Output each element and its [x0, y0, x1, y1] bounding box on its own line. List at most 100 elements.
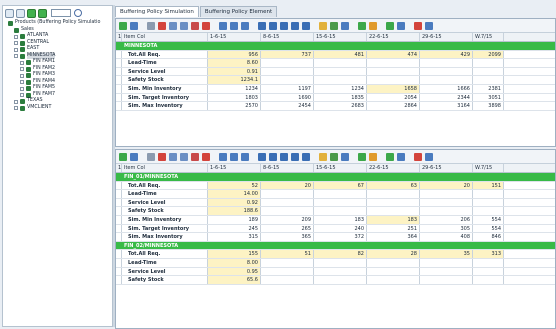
- table-cell[interactable]: 2054: [367, 93, 420, 102]
- table-cell[interactable]: [420, 190, 473, 198]
- expand-toggle-icon[interactable]: [14, 54, 18, 58]
- table-cell[interactable]: 474: [367, 50, 420, 59]
- prev-icon[interactable]: [269, 21, 277, 30]
- paste-icon[interactable]: [180, 21, 188, 30]
- copy-icon[interactable]: [169, 21, 177, 30]
- table-cell[interactable]: 35: [420, 250, 473, 258]
- table-cell[interactable]: [367, 276, 420, 284]
- table-cell[interactable]: [314, 173, 367, 181]
- table-cell[interactable]: [420, 67, 473, 76]
- table-row[interactable]: Tot.All Req. 155 51 82 28 35 313: [116, 250, 555, 259]
- table-cell[interactable]: 1658: [367, 84, 420, 93]
- refresh-icon[interactable]: [119, 152, 127, 161]
- table-cell[interactable]: 183: [367, 215, 420, 224]
- export-icon[interactable]: [425, 21, 433, 30]
- table-cell[interactable]: 8.60: [208, 59, 261, 67]
- table-cell[interactable]: [367, 267, 420, 276]
- undo-icon[interactable]: [147, 21, 155, 30]
- table-cell[interactable]: 956: [208, 50, 261, 59]
- tab-buffering-policy-element[interactable]: Buffering Policy Element: [199, 6, 278, 17]
- table-row[interactable]: Lead-Time 14.00: [116, 190, 555, 199]
- expand-toggle-icon[interactable]: [20, 93, 24, 97]
- table-cell[interactable]: 65.6: [208, 276, 261, 284]
- table-cell[interactable]: [261, 276, 314, 284]
- group-row[interactable]: MINNESOTA: [116, 42, 555, 51]
- chart-icon[interactable]: [358, 21, 366, 30]
- sigma-icon[interactable]: [341, 21, 349, 30]
- table-cell[interactable]: 315: [208, 233, 261, 241]
- table-cell[interactable]: 188.6: [208, 207, 261, 215]
- zoom-in-icon[interactable]: [219, 152, 227, 161]
- delete-icon[interactable]: [202, 21, 210, 30]
- table-cell[interactable]: [473, 276, 504, 284]
- table-cell[interactable]: 2454: [261, 102, 314, 110]
- column-header[interactable]: W.7/15: [473, 164, 504, 172]
- table-cell[interactable]: [208, 42, 261, 50]
- expand-toggle-icon[interactable]: [14, 41, 18, 45]
- table-cell[interactable]: 365: [261, 233, 314, 241]
- table-cell[interactable]: [473, 67, 504, 76]
- play-icon[interactable]: [280, 21, 288, 30]
- column-header[interactable]: 29-6-15: [420, 33, 473, 41]
- table-cell[interactable]: 554: [473, 224, 504, 233]
- table-cell[interactable]: [420, 59, 473, 67]
- table-cell[interactable]: [314, 267, 367, 276]
- expand-toggle-icon[interactable]: [20, 80, 24, 84]
- first-icon[interactable]: [258, 21, 266, 30]
- table-row[interactable]: Service Level 0.95: [116, 267, 555, 277]
- table-cell[interactable]: [314, 42, 367, 50]
- column-header[interactable]: 1-6-15: [208, 33, 261, 41]
- search-icon[interactable]: [241, 21, 249, 30]
- table-cell[interactable]: 183: [314, 215, 367, 224]
- table-cell[interactable]: [261, 267, 314, 276]
- table-cell[interactable]: [420, 242, 473, 250]
- table-cell[interactable]: [473, 207, 504, 215]
- table-row[interactable]: Sim. Target Inventory 1803 1690 1835 2054 234…: [116, 93, 555, 103]
- zoom-in-icon[interactable]: [219, 21, 227, 30]
- table-cell[interactable]: [420, 42, 473, 50]
- table-cell[interactable]: [261, 198, 314, 207]
- table-cell[interactable]: [473, 190, 504, 198]
- table-cell[interactable]: [473, 267, 504, 276]
- next-icon[interactable]: [291, 21, 299, 30]
- table-cell[interactable]: 63: [367, 181, 420, 190]
- table-cell[interactable]: [314, 276, 367, 284]
- table-cell[interactable]: 1835: [314, 93, 367, 102]
- settings-icon[interactable]: [130, 21, 138, 30]
- table-cell[interactable]: [367, 207, 420, 215]
- column-header[interactable]: 15-6-15: [314, 164, 367, 172]
- table-cell[interactable]: 82: [314, 250, 367, 258]
- align-icon[interactable]: [386, 152, 394, 161]
- table-cell[interactable]: [367, 190, 420, 198]
- table-cell[interactable]: [367, 42, 420, 50]
- link-icon[interactable]: [414, 152, 422, 161]
- group-row[interactable]: FIN_01/MINNESOTA: [116, 173, 555, 182]
- table-cell[interactable]: 206: [420, 215, 473, 224]
- table-cell[interactable]: 364: [367, 233, 420, 241]
- table-cell[interactable]: 251: [367, 224, 420, 233]
- first-icon[interactable]: [258, 152, 266, 161]
- search-icon[interactable]: [74, 9, 82, 17]
- table-cell[interactable]: [420, 267, 473, 276]
- table-cell[interactable]: [261, 59, 314, 67]
- table-cell[interactable]: [261, 190, 314, 198]
- table-cell[interactable]: 1690: [261, 93, 314, 102]
- delete-icon[interactable]: [202, 152, 210, 161]
- table-cell[interactable]: [261, 76, 314, 84]
- expand-toggle-icon[interactable]: [14, 47, 18, 52]
- table-cell[interactable]: 209: [261, 215, 314, 224]
- expand-toggle-icon[interactable]: [20, 60, 24, 65]
- table-cell[interactable]: 2683: [314, 102, 367, 110]
- expand-toggle-icon[interactable]: [14, 34, 18, 39]
- table-cell[interactable]: [314, 198, 367, 207]
- table-cell[interactable]: 313: [473, 250, 504, 258]
- table-cell[interactable]: 265: [261, 224, 314, 233]
- table-cell[interactable]: 189: [208, 215, 261, 224]
- table-cell[interactable]: [314, 67, 367, 76]
- table-cell[interactable]: [314, 190, 367, 198]
- table-cell[interactable]: [367, 173, 420, 181]
- table-cell[interactable]: 481: [314, 50, 367, 59]
- table-row[interactable]: Tot.All Req. 956 737 481 474 429 2099: [116, 50, 555, 60]
- table-cell[interactable]: 1803: [208, 93, 261, 102]
- expand-toggle-icon[interactable]: [20, 67, 24, 71]
